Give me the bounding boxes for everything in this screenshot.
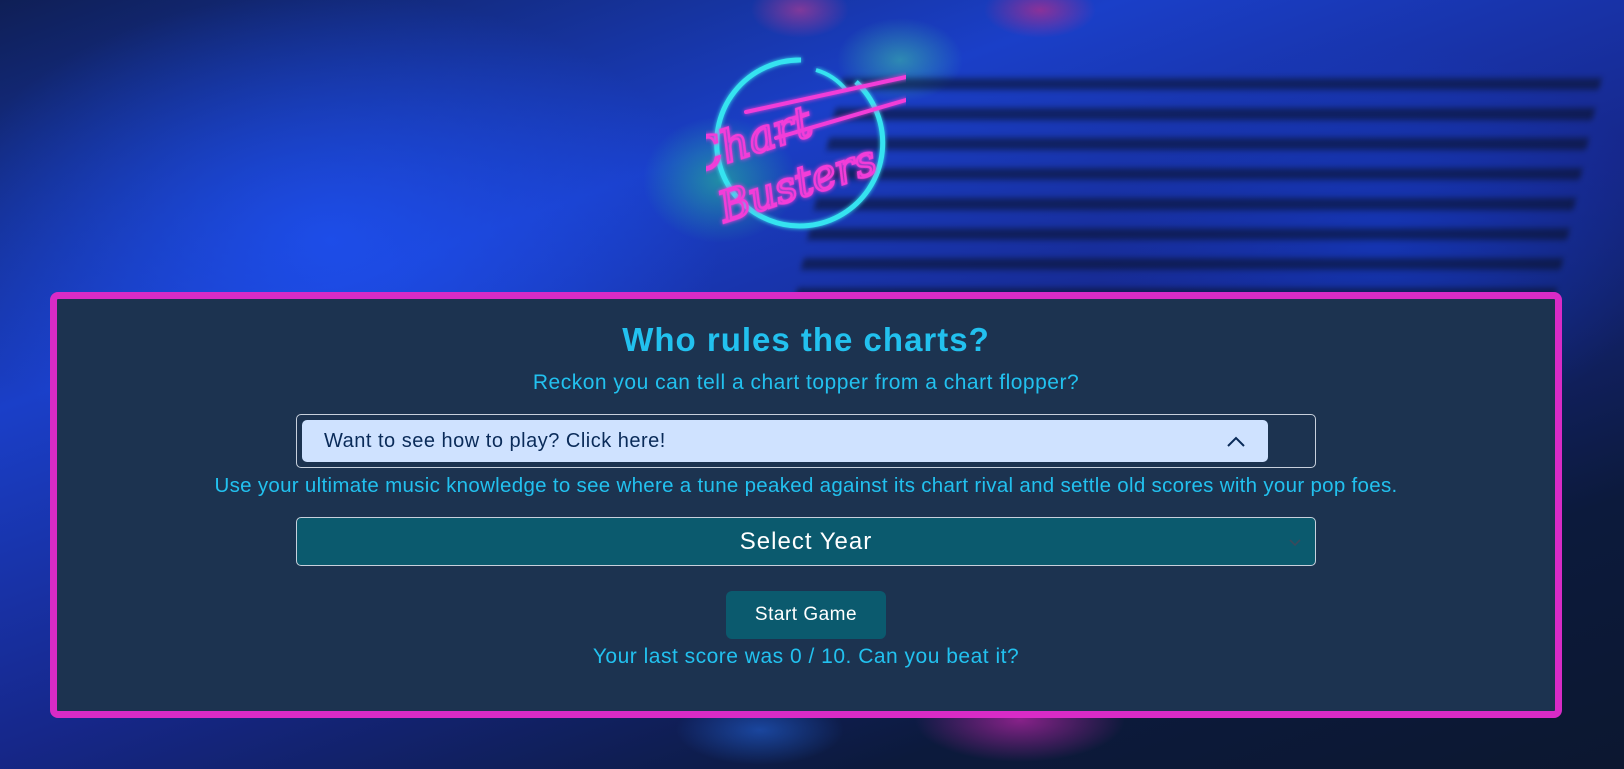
game-panel: Who rules the charts? Reckon you can tel… xyxy=(50,292,1562,718)
chartbusters-logo: Chart Busters xyxy=(706,57,906,234)
year-select-value: Select Year xyxy=(739,527,873,555)
start-game-button[interactable]: Start Game xyxy=(726,591,886,639)
game-description: Use your ultimate music knowledge to see… xyxy=(214,474,1398,497)
page-title: Who rules the charts? xyxy=(622,321,990,358)
how-to-play-accordion: Want to see how to play? Click here! xyxy=(296,414,1316,468)
subtitle: Reckon you can tell a chart topper from … xyxy=(532,371,1080,394)
how-to-play-label: Want to see how to play? Click here! xyxy=(324,429,666,452)
how-to-play-button[interactable]: Want to see how to play? Click here! xyxy=(302,420,1268,462)
background-blur-stripes xyxy=(794,60,1606,300)
last-score-text: Your last score was 0 / 10. Can you beat… xyxy=(592,645,1020,668)
chevron-down-icon xyxy=(1289,539,1301,547)
chevron-up-icon xyxy=(1227,436,1245,447)
year-select[interactable]: Select Year xyxy=(296,517,1316,566)
